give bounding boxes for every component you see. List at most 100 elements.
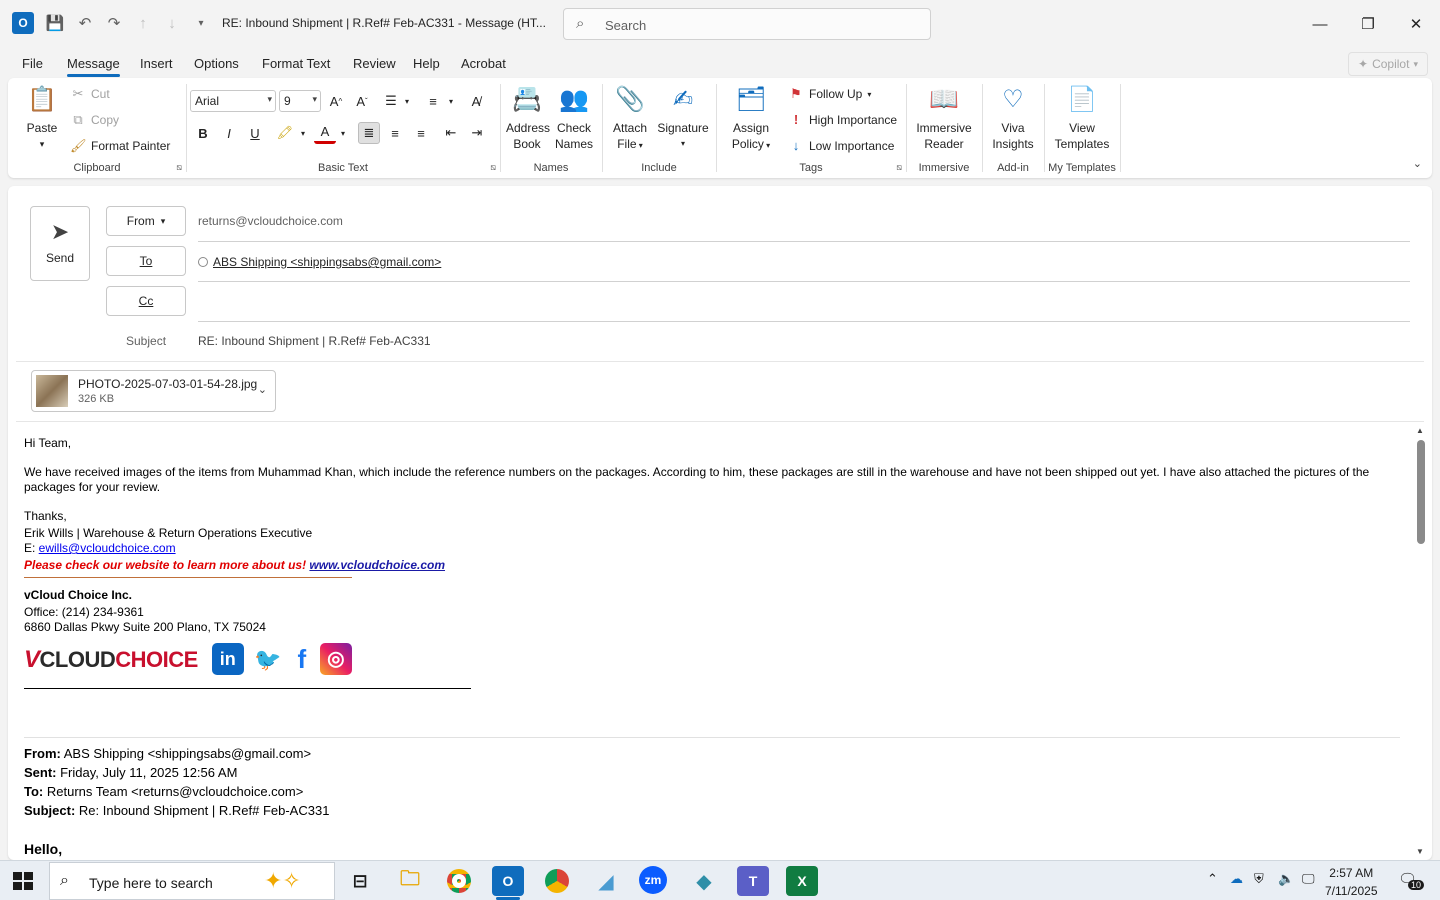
message-body[interactable]: Hi Team, We have received images of the … (24, 436, 1394, 689)
save-icon[interactable]: 💾 (44, 12, 66, 34)
network-icon[interactable]: 🖵 (1302, 871, 1315, 887)
tab-options[interactable]: Options (194, 56, 239, 71)
to-recipient[interactable]: ABS Shipping <shippingsabs@gmail.com> (198, 255, 441, 269)
vertical-scrollbar[interactable]: ▲ ▼ (1412, 422, 1428, 860)
volume-icon[interactable]: 🔈 (1278, 871, 1294, 887)
tab-insert[interactable]: Insert (140, 56, 173, 71)
scroll-down-icon[interactable]: ▼ (1416, 847, 1424, 856)
chrome-profile-icon[interactable] (541, 866, 573, 896)
collapse-ribbon-icon[interactable]: ⌄ (1413, 157, 1422, 170)
subject-input[interactable]: RE: Inbound Shipment | R.Ref# Feb-AC331 (198, 334, 431, 348)
check-names-button[interactable]: 👥 Check Names (553, 84, 595, 152)
tab-format-text[interactable]: Format Text (262, 56, 330, 71)
send-button[interactable]: ➤ Send (30, 206, 90, 281)
onedrive-icon[interactable]: ☁ (1230, 871, 1243, 887)
security-icon[interactable]: ⛨ (1254, 871, 1264, 887)
cc-input[interactable] (198, 321, 1410, 322)
font-name-value: Arial (195, 94, 220, 108)
undo-icon[interactable]: ↶ (74, 12, 96, 34)
minimize-button[interactable]: — (1305, 10, 1335, 38)
tab-review[interactable]: Review (353, 56, 396, 71)
cc-button[interactable]: Cc (106, 286, 186, 316)
assign-policy-button[interactable]: 🗂 Assign Policy ▾ (728, 84, 774, 154)
restore-button[interactable]: ❐ (1353, 10, 1383, 38)
paste-button[interactable]: 📋 Paste ▾ (22, 84, 62, 152)
to-input[interactable] (198, 281, 1410, 282)
paintbrush-icon: 🖌 (70, 138, 87, 153)
font-size-combo[interactable]: 9 ▾ (279, 90, 321, 112)
redo-icon[interactable]: ↷ (103, 12, 125, 34)
align-right-icon[interactable]: ≡ (410, 122, 432, 144)
attach-file-button[interactable]: 📎 Attach File ▾ (610, 84, 650, 154)
address-book-button[interactable]: 📇 Address Book (506, 84, 550, 152)
taskbar-search-input[interactable]: ⌕ Type here to search ✦✧ (49, 862, 335, 900)
tab-message[interactable]: Message (67, 56, 120, 77)
outlook-taskbar-icon[interactable]: O (492, 866, 524, 900)
clear-formatting-icon[interactable]: A̸ (465, 90, 487, 112)
tab-acrobat[interactable]: Acrobat (461, 56, 506, 71)
bold-icon[interactable]: B (192, 122, 214, 144)
scroll-up-icon[interactable]: ▲ (1416, 426, 1424, 435)
tab-file[interactable]: File (22, 56, 43, 71)
chrome-icon[interactable] (443, 866, 475, 896)
search-input[interactable]: ⌕ Search (563, 8, 931, 40)
viva-insights-button[interactable]: ♡ Viva Insights (988, 84, 1038, 152)
chevron-up-icon[interactable]: ⌃ (1207, 871, 1218, 887)
from-button[interactable]: From ▾ (106, 206, 186, 236)
copy-button[interactable]: ⧉ Copy (70, 112, 119, 128)
next-item-icon[interactable]: ↓ (161, 12, 183, 34)
tab-help[interactable]: Help (413, 56, 440, 71)
zoom-icon[interactable]: zm (639, 866, 667, 894)
underline-icon[interactable]: U (244, 122, 266, 144)
align-center-icon[interactable]: ≡ (384, 122, 406, 144)
dialog-launcher-icon[interactable]: ⧅ (176, 162, 182, 173)
close-button[interactable]: ✕ (1401, 10, 1431, 38)
instagram-icon[interactable]: ◎ (319, 643, 352, 675)
high-importance-button[interactable]: ! High Importance (788, 112, 897, 127)
shrink-font-icon[interactable]: Aˇ (351, 90, 373, 112)
chevron-down-icon[interactable]: ⌄ (258, 383, 267, 396)
format-painter-button[interactable]: 🖌 Format Painter (70, 138, 170, 154)
dialog-launcher-icon[interactable]: ⧅ (490, 162, 496, 173)
italic-icon[interactable]: I (218, 122, 240, 144)
notification-icon[interactable]: 🗨 10 (1398, 870, 1425, 890)
chevron-down-icon[interactable]: ▾ (332, 122, 354, 144)
chevron-down-icon[interactable]: ▾ (292, 122, 314, 144)
teams-icon[interactable]: T (737, 866, 769, 896)
to-button[interactable]: To (106, 246, 186, 276)
grow-font-icon[interactable]: A ^ (325, 90, 347, 112)
scrollbar-thumb[interactable] (1417, 440, 1425, 544)
immersive-reader-button[interactable]: 📖 Immersive Reader (912, 84, 976, 152)
file-explorer-icon[interactable]: 🗀 (394, 866, 426, 896)
email-link[interactable]: ewills@vcloudchoice.com (39, 541, 176, 555)
chevron-down-icon[interactable]: ▾ (440, 90, 462, 112)
increase-indent-icon[interactable]: ⇥ (466, 122, 488, 144)
signature-button[interactable]: ✍ Signature ▾ (656, 84, 710, 152)
excel-icon[interactable]: X (786, 866, 818, 896)
linkedin-icon[interactable]: in (211, 643, 244, 675)
view-templates-button[interactable]: 📄 View Templates (1050, 84, 1114, 152)
chevron-down-icon[interactable]: ▾ (396, 90, 418, 112)
task-view-icon[interactable]: ⊟ (344, 866, 376, 896)
windows-start-icon[interactable] (10, 869, 36, 893)
dialog-launcher-icon[interactable]: ⧅ (896, 162, 902, 173)
decrease-indent-icon[interactable]: ⇤ (440, 122, 462, 144)
follow-up-button[interactable]: ⚑ Follow Up ▾ (788, 86, 871, 102)
low-importance-label: Low Importance (809, 138, 895, 153)
twitter-icon[interactable]: 🐦 (252, 643, 284, 675)
attachment-card[interactable]: PHOTO-2025-07-03-01-54-28.jpg 326 KB ⌄ (31, 370, 276, 412)
attach-label-2: File (617, 137, 637, 151)
previous-item-icon[interactable]: ↑ (132, 12, 154, 34)
templates-group: 📄 View Templates My Templates (1044, 78, 1120, 178)
low-importance-button[interactable]: ↓ Low Importance (788, 138, 895, 153)
customize-toolbar-icon[interactable]: ▾ (190, 12, 212, 34)
facebook-icon[interactable]: f (292, 643, 312, 675)
cut-button[interactable]: ✂ Cut (70, 86, 110, 102)
clock[interactable]: 2:57 AM 7/11/2025 (1325, 864, 1378, 900)
copilot-button[interactable]: ✦ Copilot ▾ (1348, 52, 1428, 76)
app-icon[interactable]: ◆ (688, 866, 720, 896)
align-left-icon[interactable]: ≣ (358, 122, 380, 144)
font-name-combo[interactable]: Arial ▾ (190, 90, 276, 112)
website-link[interactable]: www.vcloudchoice.com (309, 558, 445, 572)
app-icon[interactable]: ◢ (590, 866, 622, 896)
